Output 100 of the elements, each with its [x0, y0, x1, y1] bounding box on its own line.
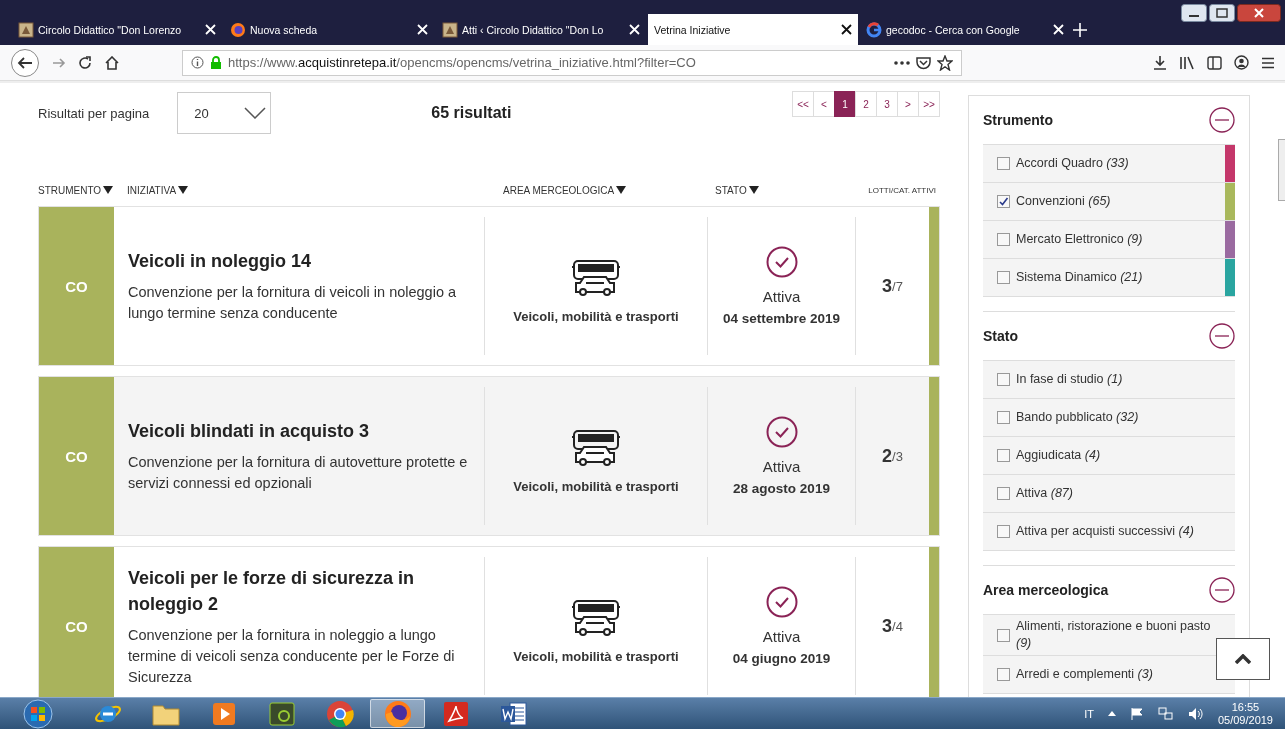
checkbox[interactable] [997, 449, 1010, 462]
browser-tab[interactable]: Vetrina Iniziative [648, 14, 858, 45]
status-date: 04 giugno 2019 [732, 651, 831, 666]
checkbox[interactable] [997, 157, 1010, 170]
status-date: 04 settembre 2019 [722, 311, 841, 326]
initiative-description: Convenzione per la fornitura di autovetture protette e servizi connessi ed opzionali [128, 453, 469, 493]
checkbox[interactable] [997, 271, 1010, 284]
home-icon[interactable] [104, 55, 120, 70]
close-icon[interactable] [1237, 4, 1281, 22]
speaker-icon[interactable] [1187, 706, 1204, 721]
initiative-title: Veicoli blindati in acquisto 3 [128, 420, 371, 443]
instrument-code: CO [39, 207, 114, 365]
page-button[interactable]: 1 [834, 91, 856, 117]
minimize-icon[interactable] [1181, 4, 1207, 22]
chevron-down-icon [244, 107, 267, 119]
sort-header[interactable]: AREA MERCEOLOGICA [503, 184, 715, 196]
page-button[interactable]: 3 [876, 91, 898, 117]
sort-arrow-icon [616, 186, 627, 194]
clock-time: 16:55 [1231, 700, 1260, 714]
column-header: LOTTI/CAT. ATTIVI [867, 185, 937, 195]
back-icon[interactable] [10, 47, 40, 78]
checkbox[interactable] [997, 373, 1010, 386]
scrollbar-thumb[interactable] [1278, 139, 1285, 201]
check-circle-icon [765, 246, 798, 278]
check-circle-icon [765, 586, 798, 618]
active-lots: 3 [882, 275, 893, 297]
network-icon[interactable] [1157, 706, 1174, 721]
sort-arrow-icon [178, 186, 189, 194]
check-circle-icon [765, 416, 798, 448]
sort-header[interactable]: STRUMENTO [38, 184, 127, 196]
page-button[interactable]: << [792, 91, 814, 117]
checkbox[interactable] [997, 195, 1010, 208]
chrome-logo-icon [325, 699, 354, 728]
total-lots: /3 [892, 448, 903, 464]
pocket-icon[interactable] [916, 55, 931, 70]
word-document-icon [499, 700, 528, 727]
play-icon [211, 701, 236, 726]
status-label: Attiva [762, 458, 801, 475]
browser-logo-icon [230, 21, 246, 38]
reload-icon[interactable] [78, 55, 92, 70]
page-button[interactable]: < [813, 91, 835, 117]
status-date: 28 agosto 2019 [733, 481, 830, 496]
checkbox[interactable] [997, 628, 1010, 642]
star-icon[interactable] [937, 54, 953, 71]
per-page-dropdown[interactable]: 20 [177, 92, 272, 134]
page-button[interactable]: > [897, 91, 919, 117]
menu-icon[interactable] [1261, 56, 1275, 69]
initiative-description: Convenzione per la fornitura in noleggio a lungo termine di veicoli senza conducente per le Forze di Sicurezza [128, 625, 456, 687]
collapse-icon[interactable] [1209, 323, 1235, 349]
clock-date: 05/09/2019 [1217, 713, 1273, 727]
category-label: Veicoli, mobilità e trasporti [513, 308, 679, 324]
account-icon[interactable] [1234, 55, 1249, 70]
total-lots: /7 [892, 278, 903, 294]
taskbar-app[interactable] [370, 699, 425, 728]
sort-header[interactable]: STATO [715, 184, 865, 196]
collapse-icon[interactable] [1209, 577, 1235, 603]
results-count: 65 risultati [431, 104, 512, 122]
address-field[interactable]: https://www.acquistinretepa.it/opencms/opencms/vetrina_iniziative.html?filter=CO [182, 49, 962, 76]
pdf-icon [442, 700, 469, 727]
firefox-logo-icon [383, 699, 412, 728]
lock-icon [210, 56, 222, 69]
category-label: Veicoli, mobilità e trasporti [513, 648, 679, 664]
new-tab-icon[interactable] [1072, 21, 1088, 38]
download-icon[interactable] [1153, 55, 1167, 70]
maximize-icon[interactable] [1209, 4, 1235, 22]
status-label: Attiva [762, 628, 801, 645]
checkbox[interactable] [997, 668, 1010, 681]
initiative-title: Veicoli in noleggio 14 [128, 250, 313, 273]
sort-arrow-icon [103, 186, 114, 194]
back-to-top-button[interactable] [1216, 638, 1270, 680]
up-arrow-icon[interactable] [1107, 711, 1116, 716]
initiative-description: Convenzione per la fornitura di veicoli in noleggio a lungo termine senza conducente [128, 283, 458, 323]
category-label: Veicoli, mobilità e trasporti [513, 478, 679, 494]
close-icon[interactable] [841, 24, 852, 35]
forward-icon[interactable] [52, 55, 66, 70]
checkbox[interactable] [997, 411, 1010, 424]
filter-section-title: Strumento [983, 112, 1053, 128]
collapse-icon[interactable] [1209, 107, 1235, 133]
sort-arrow-icon [748, 186, 759, 194]
filter-section-title: Stato [983, 328, 1018, 344]
page-button[interactable]: 2 [855, 91, 877, 117]
library-icon[interactable] [1179, 55, 1195, 70]
checkbox[interactable] [997, 525, 1010, 538]
checkbox[interactable] [997, 487, 1010, 500]
start-button-icon [21, 698, 55, 729]
bus-and-car-icon [570, 428, 622, 467]
active-lots: 3 [882, 615, 893, 637]
page-button[interactable]: >> [918, 91, 940, 117]
filter-option[interactable]: Attiva (87) [1010, 482, 1073, 505]
crest-icon [442, 21, 458, 38]
per-page-label: Risultati per pagina [38, 105, 150, 121]
bus-and-car-icon [570, 258, 622, 297]
info-icon[interactable] [191, 56, 204, 69]
sidebar-icon[interactable] [1207, 55, 1222, 70]
flag-icon[interactable] [1129, 706, 1144, 721]
sort-header[interactable]: INIZIATIVA [127, 184, 503, 196]
bus-and-car-icon [570, 598, 622, 637]
checkbox[interactable] [997, 233, 1010, 246]
more-icon[interactable] [894, 60, 910, 65]
instrument-code: CO [39, 377, 114, 535]
